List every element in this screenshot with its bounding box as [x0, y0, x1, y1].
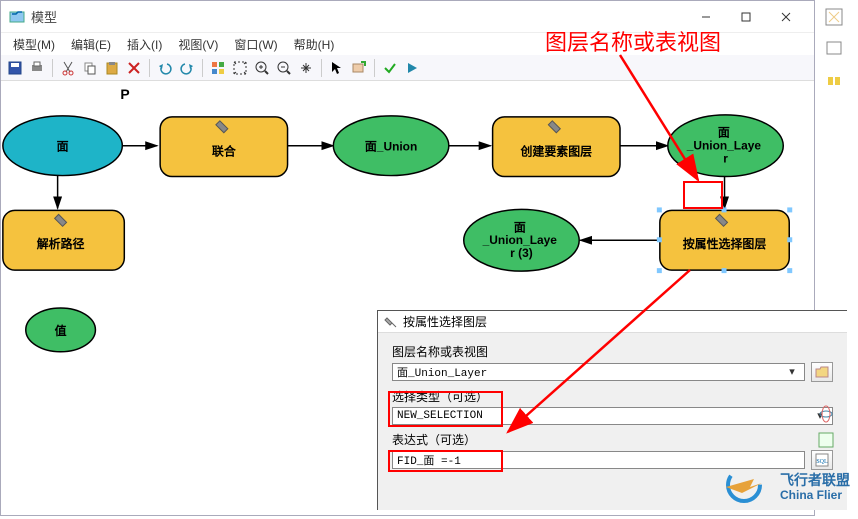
watermark-text-cn: 飞行者联盟 [780, 473, 850, 488]
unknown-icon-2[interactable] [816, 34, 852, 64]
copy-icon[interactable] [80, 58, 100, 78]
pan-icon[interactable] [296, 58, 316, 78]
maximize-button[interactable] [726, 3, 766, 31]
zoomin-icon[interactable] [252, 58, 272, 78]
node-zhi-label: 值 [55, 323, 67, 338]
hammer-icon [384, 315, 398, 329]
menu-edit[interactable]: 编辑(E) [63, 34, 119, 55]
dialog-titlebar: 按属性选择图层 [378, 311, 847, 333]
catalog-icon[interactable] [816, 66, 852, 96]
right-toolbar-sliver [816, 2, 856, 98]
node-create-label: 创建要素图层 [519, 144, 592, 159]
expression-value: FID_面 =-1 [397, 452, 461, 468]
zoomout-icon[interactable] [274, 58, 294, 78]
right-bottom-icons [816, 404, 856, 456]
browse-folder-button[interactable] [811, 362, 833, 382]
selection-type-value: NEW_SELECTION [397, 410, 483, 422]
undo-icon[interactable] [155, 58, 175, 78]
layer-name-value: 面_Union_Layer [397, 364, 487, 380]
select-icon[interactable] [327, 58, 347, 78]
layer-name-dropdown[interactable]: 面_Union_Layer ▾ [392, 363, 805, 381]
validate-icon[interactable] [380, 58, 400, 78]
toolbar [1, 55, 814, 81]
node-union-label: 面_Union [365, 140, 417, 154]
dialog-label-type: 选择类型（可选） [392, 388, 833, 405]
app-icon [9, 9, 25, 25]
parameter-p-label: P [120, 86, 129, 102]
menu-view[interactable]: 视图(V) [170, 34, 226, 55]
close-button[interactable] [766, 3, 806, 31]
node-jiexi-label: 解析路径 [37, 236, 85, 251]
menu-help[interactable]: 帮助(H) [286, 34, 343, 55]
unknown-icon-3[interactable] [816, 404, 856, 430]
dialog-label-layer: 图层名称或表视图 [392, 343, 833, 360]
redo-icon[interactable] [177, 58, 197, 78]
watermark-logo-icon [714, 465, 774, 510]
cut-icon[interactable] [58, 58, 78, 78]
dropdown-arrow-icon: ▾ [784, 365, 800, 379]
save-icon[interactable] [5, 58, 25, 78]
watermark-text-en: China Flier [780, 489, 850, 502]
dialog-title: 按属性选择图层 [403, 313, 487, 330]
fullextent-icon[interactable] [230, 58, 250, 78]
menu-insert[interactable]: 插入(I) [119, 34, 170, 55]
autolayout-icon[interactable] [208, 58, 228, 78]
menu-window[interactable]: 窗口(W) [226, 34, 285, 55]
unknown-icon-4[interactable] [816, 430, 856, 456]
node-lianhe-label: 联合 [212, 144, 236, 159]
addtool-icon[interactable] [349, 58, 369, 78]
dialog-label-expr: 表达式（可选） [392, 431, 833, 448]
selection-type-dropdown[interactable]: NEW_SELECTION ▾ [392, 407, 833, 425]
window-title: 模型 [31, 7, 686, 26]
watermark: 飞行者联盟 China Flier [714, 465, 850, 510]
print-icon[interactable] [27, 58, 47, 78]
node-select-label: 按属性选择图层 [683, 236, 767, 251]
delete-icon[interactable] [124, 58, 144, 78]
paste-icon[interactable] [102, 58, 122, 78]
unknown-icon-1[interactable] [816, 2, 852, 32]
run-icon[interactable] [402, 58, 422, 78]
annotation-text: 图层名称或表视图 [545, 25, 721, 57]
menu-model[interactable]: 模型(M) [5, 34, 63, 55]
node-mian-label: 面 [57, 140, 69, 154]
